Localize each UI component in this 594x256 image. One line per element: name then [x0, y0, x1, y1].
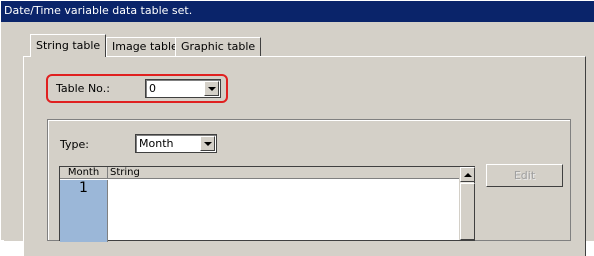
- dialog-window: Date/Time variable data table set. Strin…: [0, 0, 594, 256]
- table-no-dropdown-button[interactable]: [204, 81, 219, 96]
- type-label: Type:: [60, 138, 89, 151]
- tab-string-table[interactable]: String table: [30, 34, 107, 57]
- month-cell: 1: [79, 180, 88, 196]
- scroll-thumb[interactable]: [460, 183, 475, 240]
- tab-label: Graphic table: [181, 40, 256, 53]
- string-table-grid[interactable]: Month String 1: [59, 166, 475, 242]
- grid-header: Month String: [60, 167, 460, 179]
- table-no-select[interactable]: 0: [145, 79, 221, 98]
- type-dropdown-button[interactable]: [200, 136, 215, 151]
- tab-image-table[interactable]: Image table: [106, 37, 184, 56]
- title-bar: Date/Time variable data table set.: [1, 1, 594, 22]
- table-row[interactable]: 1: [60, 180, 108, 242]
- tab-graphic-table[interactable]: Graphic table: [175, 37, 262, 56]
- vertical-scrollbar[interactable]: [459, 167, 475, 240]
- arrow-up-icon: [463, 172, 472, 177]
- edit-button-label: Edit: [513, 169, 536, 182]
- column-header-string[interactable]: String: [110, 167, 140, 179]
- edit-button[interactable]: Edit: [486, 164, 563, 187]
- window-title: Date/Time variable data table set.: [4, 4, 193, 17]
- type-value: Month: [139, 137, 174, 150]
- type-select[interactable]: Month: [135, 134, 217, 153]
- table-no-label: Table No.:: [56, 82, 110, 95]
- scroll-up-button[interactable]: [460, 167, 475, 182]
- chevron-down-icon: [203, 141, 212, 146]
- tab-label: Image table: [112, 40, 178, 53]
- chevron-down-icon: [207, 86, 216, 91]
- table-no-value: 0: [149, 82, 156, 95]
- tab-label: String table: [36, 39, 101, 52]
- column-header-month[interactable]: Month: [60, 167, 108, 179]
